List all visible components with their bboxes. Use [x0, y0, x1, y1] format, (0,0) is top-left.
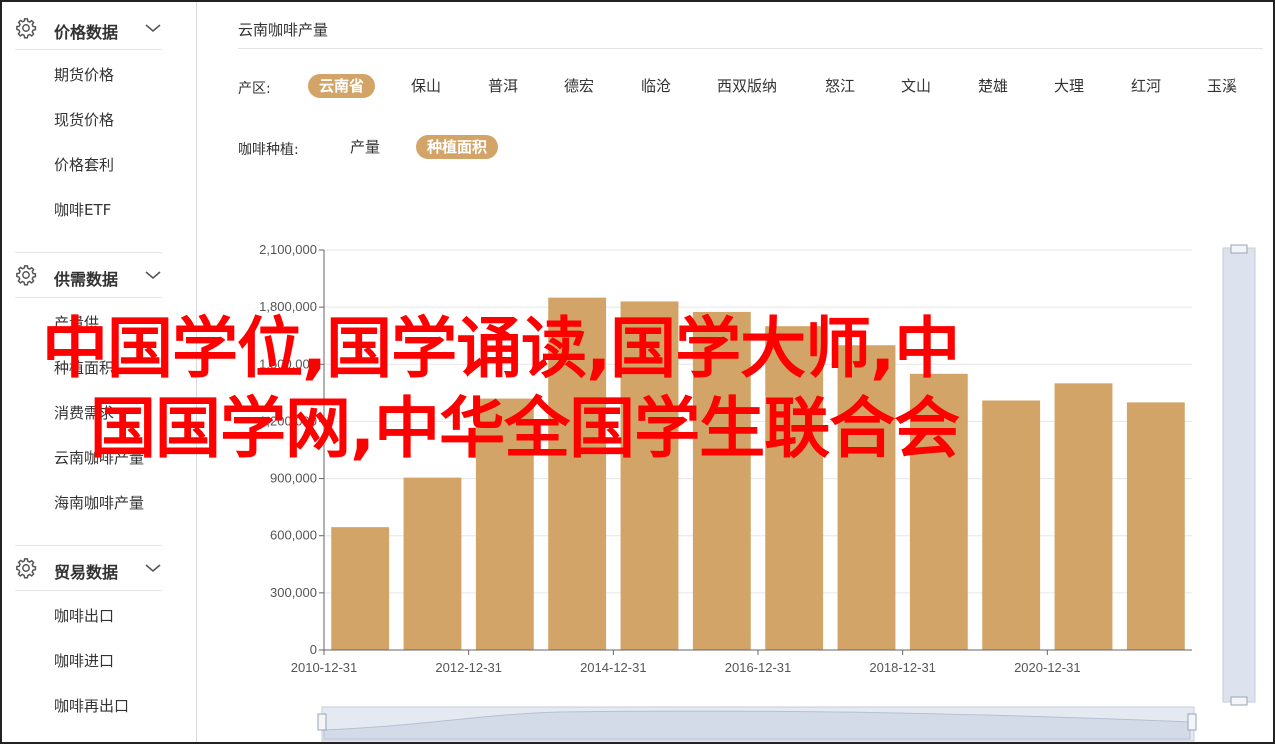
vertical-zoom-handle-top: [1230, 244, 1248, 254]
overlay-line-1: 中国学位,国学诵读,国学大师,中: [42, 310, 960, 387]
horizontal-zoom-handle-left: [317, 713, 327, 731]
y-tick-label: 2,100,000: [259, 242, 317, 257]
x-tick-label: 2010-12-31: [291, 660, 358, 675]
y-tick-label: 0: [310, 642, 317, 657]
y-tick-label: 600,000: [270, 528, 317, 543]
overlay-line-2: 国国学网,中华全国学生联合会: [90, 390, 960, 467]
overlay-watermark-text: 中国学位,国学诵读,国学大师,中 国国学网,中华全国学生联合会: [42, 309, 1272, 469]
y-tick-label: 300,000: [270, 585, 317, 600]
x-tick-label: 2014-12-31: [580, 660, 647, 675]
x-tick-label: 2012-12-31: [435, 660, 502, 675]
x-tick-label: 2016-12-31: [725, 660, 792, 675]
x-tick-label: 2018-12-31: [869, 660, 936, 675]
bar-2011-12-31: [403, 477, 462, 650]
x-tick-label: 2020-12-31: [1014, 660, 1081, 675]
app-frame: 价格数据 期货价格 现货价格 价格套利 咖啡ETF 供需数据 产量供 种植面积 …: [0, 0, 1275, 744]
y-tick-label: 900,000: [270, 471, 317, 486]
horizontal-zoom-handle-right: [1187, 713, 1197, 731]
bar-2010-12-31: [331, 527, 390, 650]
vertical-zoom-handle-bottom: [1230, 696, 1248, 706]
